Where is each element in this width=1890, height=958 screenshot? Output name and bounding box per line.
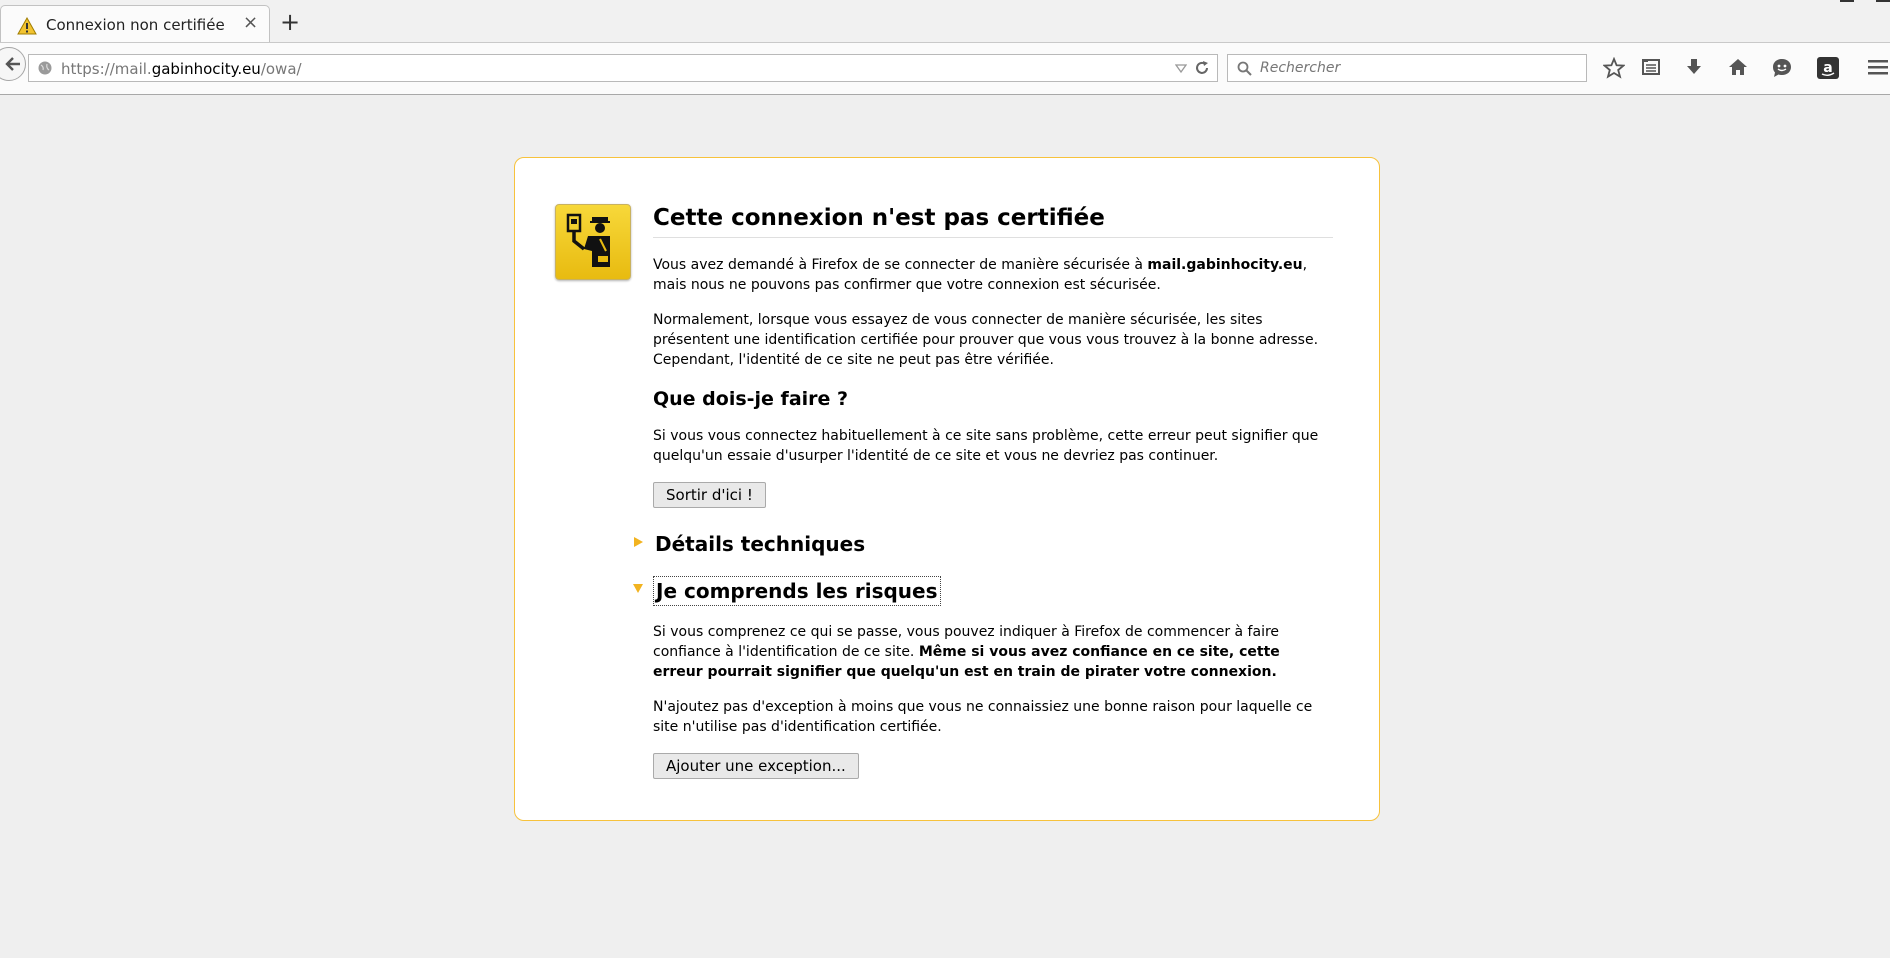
download-button[interactable] [1681,55,1707,81]
url-host: gabinhocity.eu [151,60,261,78]
warning-icon [17,17,37,35]
cert-error-box: Cette connexion n'est pas certifiée Vous… [514,157,1380,821]
tab-title: Connexion non certifiée [46,16,225,34]
risks-text: Si vous comprenez ce qui se passe, vous … [653,622,1333,682]
url-text[interactable]: https://mail.gabinhocity.eu/owa/ [61,60,302,78]
search-input[interactable] [1260,59,1560,77]
hello-button[interactable] [1769,55,1795,81]
url-bar[interactable]: https://mail.gabinhocity.eu/owa/ [28,54,1218,82]
page-title: Cette connexion n'est pas certifiée [653,203,1333,238]
back-icon [5,57,20,71]
amazon-button[interactable]: a [1815,55,1841,81]
tab-strip: Connexion non certifiée × + [0,0,1890,43]
url-path: /owa/ [260,60,302,78]
add-exception-button[interactable]: Ajouter une exception... [653,753,859,779]
hello-icon [1773,59,1791,77]
identity-officer-icon [555,204,631,280]
exception-warning-text: N'ajoutez pas d'exception à moins que vo… [653,699,1313,735]
minimize-icon[interactable] [1840,0,1854,2]
search-icon [1237,61,1252,76]
technical-details-label[interactable]: Détails techniques [653,530,867,558]
explanation-text: Normalement, lorsque vous essayez de vou… [653,312,1319,368]
reload-icon[interactable] [1194,60,1210,76]
technical-details-expander[interactable]: Détails techniques [634,530,1333,560]
star-icon [1603,57,1625,79]
what-to-do-heading: Que dois-je faire ? [653,388,849,410]
url-prefix: https://mail. [61,60,152,78]
amazon-icon: a [1817,57,1839,79]
home-icon [1729,59,1747,75]
dropmarker-icon[interactable] [1175,64,1187,74]
bookmark-button[interactable] [1601,55,1627,81]
menu-icon [1868,60,1888,75]
home-button[interactable] [1725,55,1751,81]
menu-button[interactable] [1864,55,1890,81]
download-icon [1687,59,1701,74]
understand-risks-label[interactable]: Je comprends les risques [653,576,941,606]
intro-host: mail.gabinhocity.eu [1147,257,1303,273]
intro-before: Vous avez demandé à Firefox de se connec… [653,257,1148,273]
new-tab-button[interactable]: + [280,10,300,34]
get-me-out-button[interactable]: Sortir d'ici ! [653,482,766,508]
expanded-triangle-icon [633,584,643,593]
search-bar[interactable] [1227,54,1587,82]
svg-text:a: a [1823,60,1832,76]
nav-toolbar: https://mail.gabinhocity.eu/owa/ Recherc… [0,43,1890,95]
window-edge-icon [1876,0,1890,2]
globe-icon [38,61,52,75]
what-to-do-text: Si vous vous connectez habituellement à … [653,428,1319,464]
reading-list-button[interactable] [1638,55,1664,81]
tab-active[interactable]: Connexion non certifiée × [0,5,270,42]
collapsed-triangle-icon [634,537,643,547]
error-content: Cette connexion n'est pas certifiée Vous… [633,203,1333,779]
understand-risks-expander[interactable]: Je comprends les risques [633,576,1333,606]
reading-list-icon [1642,59,1660,75]
intro-text: Vous avez demandé à Firefox de se connec… [653,255,1333,295]
back-button[interactable] [0,47,26,81]
close-tab-icon[interactable]: × [243,14,258,32]
